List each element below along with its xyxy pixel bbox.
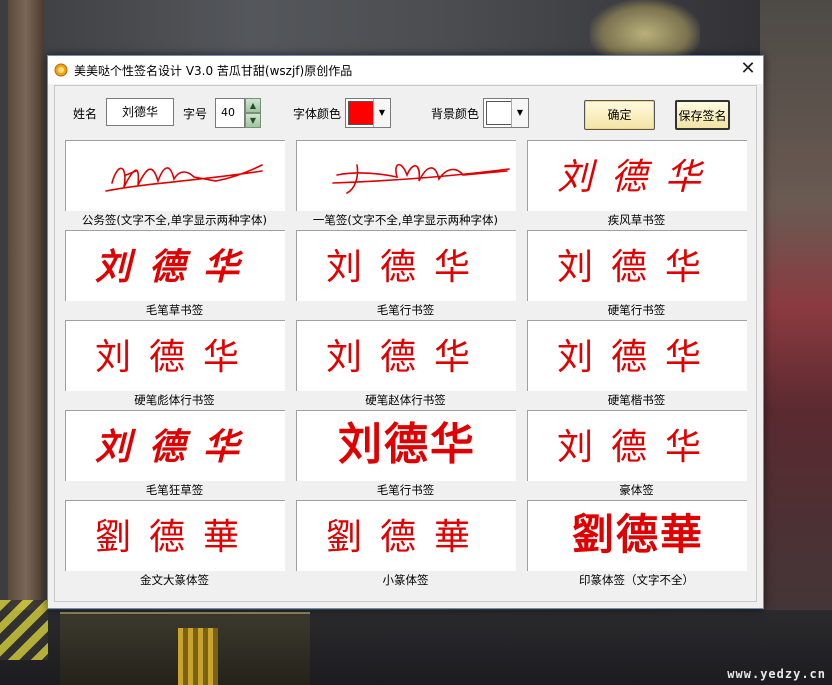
signature-caption: 公务签(文字不全,单字显示两种字体) (81, 213, 268, 227)
close-icon: ✕ (740, 58, 756, 79)
background-wall (760, 0, 832, 685)
signature-preview: 劉德華 (95, 517, 257, 558)
signature-text: 劉德華 (326, 517, 488, 558)
bg-color-dropdown[interactable]: ▼ (511, 99, 528, 127)
signature-caption: 硬笔楷书签 (607, 393, 666, 407)
app-window: 美美哒个性签名设计 V3.0 苦瓜甘甜(wszjf)原创作品 ✕ 姓名 刘德华 … (47, 55, 764, 609)
signature-card[interactable]: 刘德华 (527, 320, 747, 391)
background-gold-object (178, 628, 218, 685)
watermark: www.yedzy.cn (727, 667, 826, 681)
font-size-input[interactable]: 40 (215, 98, 245, 128)
signature-card[interactable]: 刘德华 (527, 410, 747, 481)
window-title: 美美哒个性签名设计 V3.0 苦瓜甘甜(wszjf)原创作品 (74, 64, 353, 78)
signature-card[interactable]: 劉德華 (296, 500, 516, 571)
signature-text: 刘德华 (557, 247, 719, 287)
decrement-button[interactable]: ▼ (245, 113, 261, 128)
signature-text: 刘德华 (338, 419, 476, 470)
signature-card[interactable]: 劉德華 (527, 500, 747, 571)
signature-caption: 疾风草书签 (607, 213, 666, 227)
name-label: 姓名 (73, 107, 98, 121)
signature-preview (332, 163, 510, 194)
app-icon (54, 63, 68, 77)
signature-text: 刘德华 (557, 427, 719, 467)
signature-preview: 刘德华 (557, 427, 719, 467)
signature-preview: 劉德華 (326, 517, 488, 558)
signature-text: 刘德华 (557, 157, 719, 197)
signature-text: 劉德華 (572, 512, 704, 559)
font-size-label: 字号 (183, 107, 208, 121)
signature-card[interactable]: 刘德华 (65, 320, 285, 391)
signature-stroke (105, 164, 263, 192)
arrow-up-icon: ▲ (249, 101, 257, 110)
signature-preview: 刘德华 (326, 337, 488, 378)
save-signature-button[interactable]: 保存签名 (675, 100, 730, 130)
signature-preview: 刘德华 (557, 337, 719, 377)
signature-card[interactable]: 刘德华 (296, 320, 516, 391)
signature-stroke (332, 163, 510, 194)
signature-card[interactable]: 刘德华 (296, 410, 516, 481)
signature-caption: 硬笔赵体行书签 (365, 393, 446, 407)
signature-text: 刘德华 (326, 337, 488, 378)
title-bar[interactable]: 美美哒个性签名设计 V3.0 苦瓜甘甜(wszjf)原创作品 ✕ (48, 56, 763, 84)
chevron-down-icon: ▼ (516, 108, 524, 117)
signature-card[interactable] (296, 140, 516, 211)
close-button[interactable]: ✕ (733, 56, 763, 84)
bg-color-swatch (486, 101, 512, 125)
signature-card[interactable] (65, 140, 285, 211)
signature-card[interactable]: 刘德华 (296, 230, 516, 301)
signature-caption: 小篆体签 (382, 573, 429, 587)
signature-preview: 刘德华 (95, 426, 257, 468)
signature-preview: 刘德华 (326, 247, 488, 288)
name-input[interactable]: 刘德华 (106, 98, 174, 126)
signature-text: 刘德华 (95, 426, 257, 468)
background-post (8, 0, 44, 685)
signature-preview: 劉德華 (572, 512, 704, 559)
increment-button[interactable]: ▲ (245, 98, 261, 113)
background-figure (590, 0, 700, 56)
arrow-down-icon: ▼ (249, 116, 257, 125)
signature-card[interactable]: 刘德华 (65, 230, 285, 301)
signature-caption: 毛笔狂草签 (145, 483, 204, 497)
font-size-stepper: 40 ▲ ▼ (215, 98, 261, 128)
signature-preview (105, 164, 263, 192)
font-color-dropdown[interactable]: ▼ (373, 99, 390, 127)
signature-caption: 毛笔行书签 (376, 483, 435, 497)
signature-preview: 刘德华 (95, 337, 257, 378)
signature-caption: 金文大篆体签 (140, 573, 209, 587)
bg-color-picker[interactable]: ▼ (483, 98, 529, 128)
background-hazard-stripes (0, 600, 48, 660)
signature-caption: 毛笔行书签 (376, 303, 435, 317)
signature-text: 刘德华 (326, 247, 488, 288)
signature-text: 刘德华 (95, 337, 257, 378)
signature-preview: 刘德华 (557, 157, 719, 197)
font-color-picker[interactable]: ▼ (345, 98, 391, 128)
signature-preview: 刘德华 (338, 419, 476, 470)
bg-color-label: 背景颜色 (431, 107, 480, 121)
confirm-button[interactable]: 确定 (584, 100, 655, 130)
signature-caption: 毛笔草书签 (145, 303, 204, 317)
signature-card[interactable]: 刘德华 (65, 410, 285, 481)
main-panel: 姓名 刘德华 字号 40 ▲ ▼ 字体颜色 ▼ 背景颜色 ▼ 确定 保存签名 公… (54, 85, 757, 602)
signature-caption: 一笔签(文字不全,单字显示两种字体) (312, 213, 499, 227)
signature-caption: 硬笔彪体行书签 (134, 393, 215, 407)
signature-card[interactable]: 刘德华 (527, 230, 747, 301)
font-color-swatch (348, 101, 374, 125)
signature-caption: 印篆体签（文字不全） (579, 573, 694, 587)
signature-preview: 刘德华 (95, 246, 257, 288)
signature-text: 刘德华 (95, 246, 257, 288)
signature-preview: 刘德华 (557, 247, 719, 287)
signature-text: 劉德華 (95, 517, 257, 558)
signature-caption: 硬笔行书签 (607, 303, 666, 317)
font-color-label: 字体颜色 (293, 107, 342, 121)
signature-card[interactable]: 刘德华 (527, 140, 747, 211)
signature-text: 刘德华 (557, 337, 719, 377)
chevron-down-icon: ▼ (378, 108, 386, 117)
signature-caption: 豪体签 (619, 483, 654, 497)
signature-card[interactable]: 劉德華 (65, 500, 285, 571)
